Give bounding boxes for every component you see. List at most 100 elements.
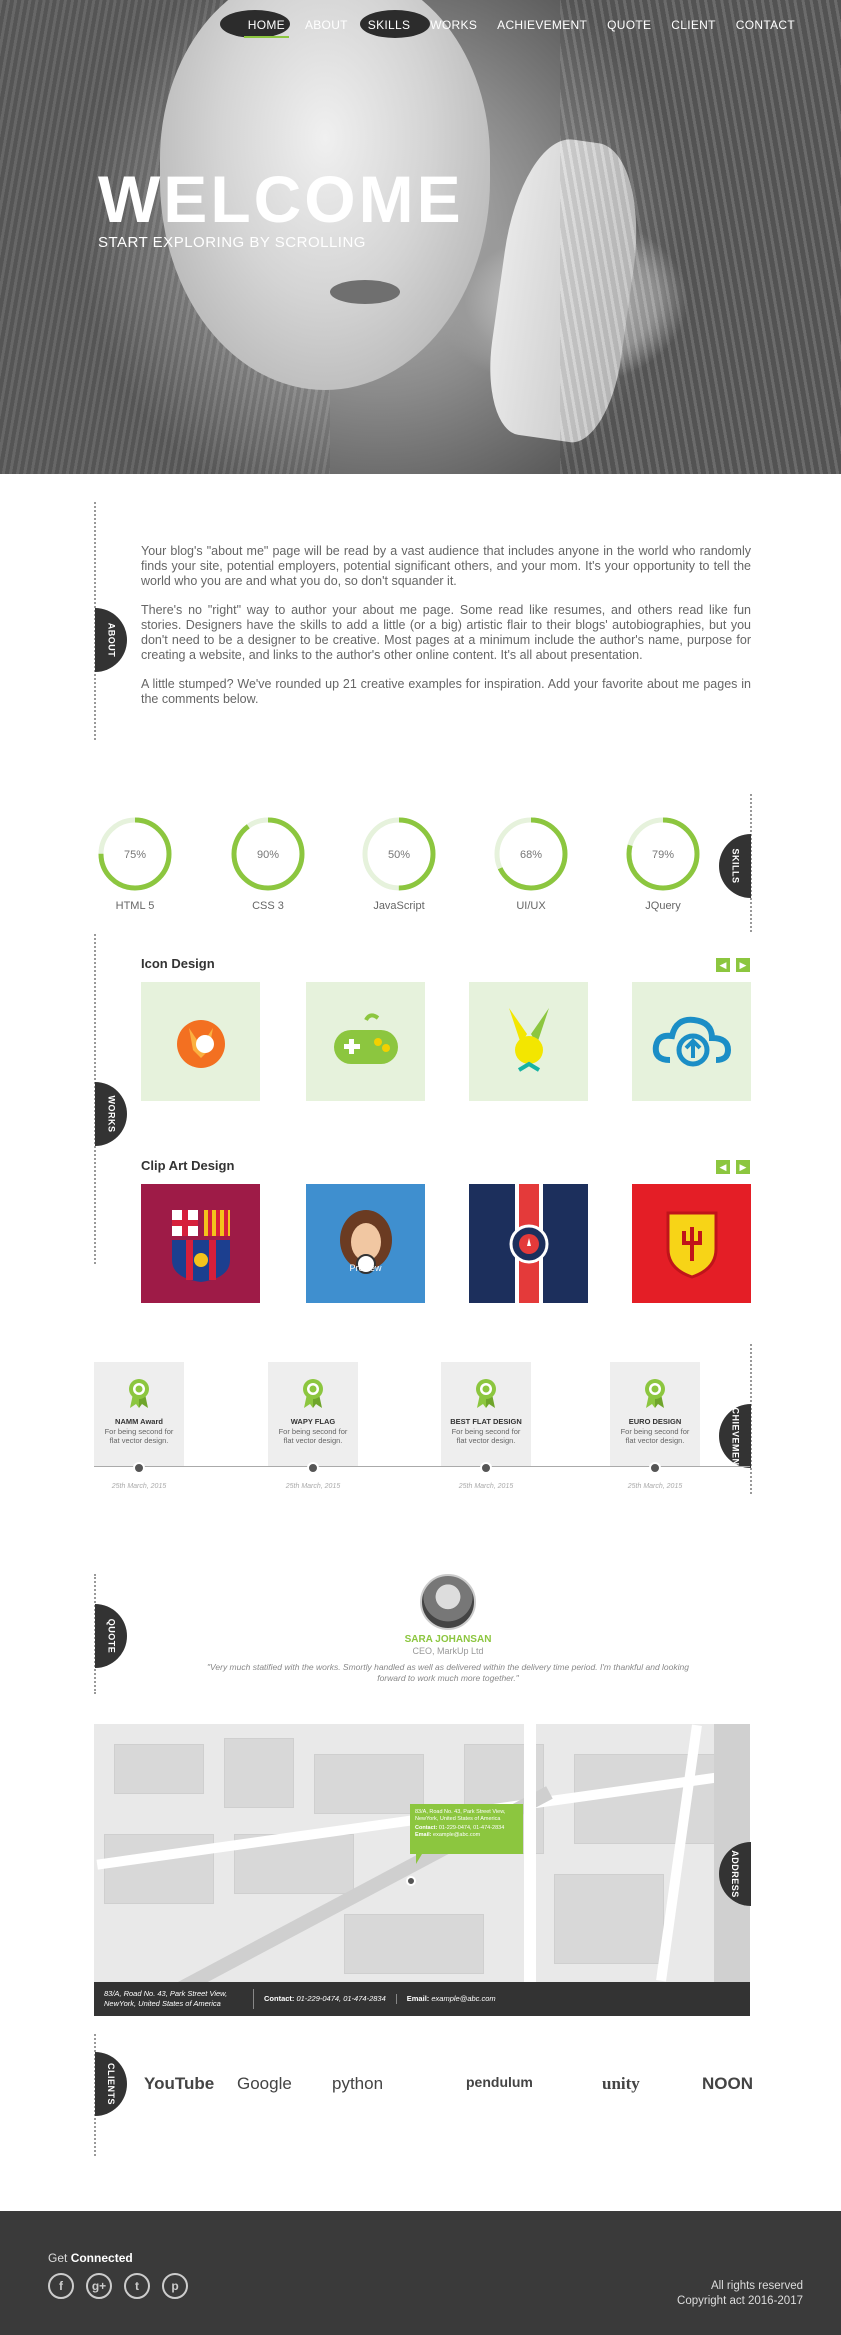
prev-arrow-icon[interactable]: ◀ (716, 1160, 730, 1174)
bunny-icon-tile[interactable] (469, 982, 588, 1101)
works-section: WORKS Icon Design ◀ ▶ Clip Art Design ◀ … (0, 934, 841, 1344)
youtube-logo[interactable]: YouTube (144, 2074, 214, 2094)
footer: Get Connected f g+ t p All rights reserv… (0, 2211, 841, 2335)
about-section: ABOUT Your blog's "about me" page will b… (0, 474, 841, 794)
map-road (524, 1724, 536, 1982)
cloud-upload-icon-tile[interactable] (632, 982, 751, 1101)
award-ribbon-icon (645, 1379, 665, 1408)
nav-about[interactable]: ABOUT (297, 16, 356, 38)
achievement-date: 25th March, 2015 (285, 1483, 341, 1490)
cloud-upload-icon (652, 1016, 731, 1066)
social-links: f g+ t p (48, 2273, 188, 2299)
skill-ring: 79% (626, 817, 700, 891)
map-block (114, 1744, 204, 1794)
preview-label[interactable]: Preview (306, 1263, 425, 1273)
map[interactable]: 83/A, Road No. 43, Park Street View, New… (94, 1724, 750, 1982)
pinterest-icon[interactable]: p (162, 2273, 188, 2299)
map-block (314, 1754, 424, 1814)
achievement-date: 25th March, 2015 (627, 1483, 683, 1490)
bubble-address: 83/A, Road No. 43, Park Street View, New… (415, 1809, 506, 1822)
achievement-card: EURO DESIGN For being second for flat vec… (610, 1362, 700, 1490)
about-paragraph: There's no "right" way to author your ab… (141, 603, 751, 662)
manutd-crest-tile[interactable] (632, 1184, 751, 1303)
contact-value: 01-229-0474, 01-474-2834 (296, 1994, 386, 2003)
email-value[interactable]: example@abc.com (431, 1994, 495, 2003)
skill-label: UI/UX (516, 900, 546, 912)
skill-item: 79% JQuery (618, 814, 708, 912)
avatar-clip-tile[interactable]: Preview (306, 1184, 425, 1303)
nav-contact[interactable]: CONTACT (728, 16, 803, 38)
next-arrow-icon[interactable]: ▶ (736, 958, 750, 972)
python-logo[interactable]: python (332, 2074, 383, 2094)
quote-author-position: CEO, MarkUp Ltd (412, 1646, 484, 1656)
main-nav: HOME ABOUT SKILLS WORKS ACHIEVEMENT QUOT… (236, 16, 803, 38)
icon-design-heading: Icon Design (141, 956, 215, 971)
nav-quote[interactable]: QUOTE (599, 16, 659, 38)
pendulum-logo[interactable]: pendulum (466, 2074, 533, 2090)
noon-logo[interactable]: NOON (702, 2074, 753, 2094)
map-info-bubble: 83/A, Road No. 43, Park Street View, New… (410, 1804, 523, 1864)
skill-ring: 75% (98, 817, 172, 891)
bubble-contact-line: Contact: 01-229-0474, 01-474-2834 (415, 1825, 518, 1832)
skill-ring: 68% (494, 817, 568, 891)
barcelona-crest-icon (171, 1209, 230, 1282)
clip-art-arrows: ◀ ▶ (716, 1160, 750, 1174)
achievement-card: WAPY FLAG For being second for flat vecto… (268, 1362, 358, 1490)
hero-subtitle: START EXPLORING BY SCROLLING (98, 234, 366, 251)
achievement-title: BEST FLAT DESIGN (450, 1417, 522, 1426)
achievement-date: 25th March, 2015 (458, 1483, 514, 1490)
bubble-contact: 01-229-0474, 01-474-2834 (438, 1825, 505, 1831)
works-tab: WORKS (95, 1082, 127, 1146)
skill-label: CSS 3 (252, 900, 284, 912)
icon-design-arrows: ◀ ▶ (716, 958, 750, 972)
timeline-dot (307, 1462, 319, 1474)
map-block (224, 1738, 294, 1808)
google-logo[interactable]: Google (237, 2074, 292, 2094)
nav-skills[interactable]: SKILLS (360, 16, 419, 38)
nav-client[interactable]: CLIENT (663, 16, 723, 38)
skill-label: JQuery (645, 900, 681, 912)
nav-achievement[interactable]: ACHIEVEMENT (489, 16, 595, 38)
timeline-dot (649, 1462, 661, 1474)
clients-section: CLIENTS YouTube Google python pendulum u… (0, 2034, 841, 2156)
achievement-desc: For being second for flat vector design. (278, 1427, 348, 1445)
copyright-text: Copyright act 2016-2017 (677, 2295, 803, 2307)
barcelona-crest-tile[interactable] (141, 1184, 260, 1303)
map-block (344, 1914, 484, 1974)
bunny-icon (508, 1007, 549, 1072)
fox-icon-tile[interactable] (141, 982, 260, 1101)
gamepad-icon-tile[interactable] (306, 982, 425, 1101)
hero-title: WELCOME (98, 162, 464, 236)
psg-crest-tile[interactable] (469, 1184, 588, 1303)
connected-label: Connected (70, 2251, 133, 2265)
address-bar: 83/A, Road No. 43, Park Street View, New… (94, 1982, 750, 2016)
award-ribbon-icon (129, 1379, 149, 1408)
clip-art-heading: Clip Art Design (141, 1158, 235, 1173)
map-block (554, 1874, 664, 1964)
quote-text: "Very much statified with the works. Smo… (207, 1662, 689, 1683)
achievement-card: NAMM Award For being second for flat vect… (94, 1362, 184, 1490)
next-arrow-icon[interactable]: ▶ (736, 1160, 750, 1174)
twitter-icon[interactable]: t (124, 2273, 150, 2299)
map-pin-icon[interactable] (406, 1876, 416, 1886)
gamepad-icon (333, 1012, 398, 1064)
achievement-date: 25th March, 2015 (111, 1483, 167, 1490)
achievement-card: BEST FLAT DESIGN For being second for fla… (441, 1362, 531, 1490)
address-email: Email: example@abc.com (397, 1994, 506, 2004)
skill-percent: 68% (520, 849, 542, 861)
facebook-icon[interactable]: f (48, 2273, 74, 2299)
skill-label: JavaScript (373, 900, 425, 912)
bubble-email-label: Email: (415, 1832, 432, 1838)
nav-home[interactable]: HOME (240, 16, 293, 38)
prev-arrow-icon[interactable]: ◀ (716, 958, 730, 972)
rights-text: All rights reserved (710, 2280, 803, 2292)
unity-logo[interactable]: unity (602, 2074, 640, 2094)
achievement-title: EURO DESIGN (628, 1417, 682, 1426)
clients-tab: CLIENTS (95, 2052, 127, 2116)
google-plus-icon[interactable]: g+ (86, 2273, 112, 2299)
award-ribbon-icon (303, 1379, 323, 1408)
hero-lips (330, 280, 400, 304)
achievement-title: NAMM Award (115, 1417, 163, 1426)
nav-works[interactable]: WORKS (422, 16, 485, 38)
hero-banner: HOME ABOUT SKILLS WORKS ACHIEVEMENT QUOT… (0, 0, 841, 474)
